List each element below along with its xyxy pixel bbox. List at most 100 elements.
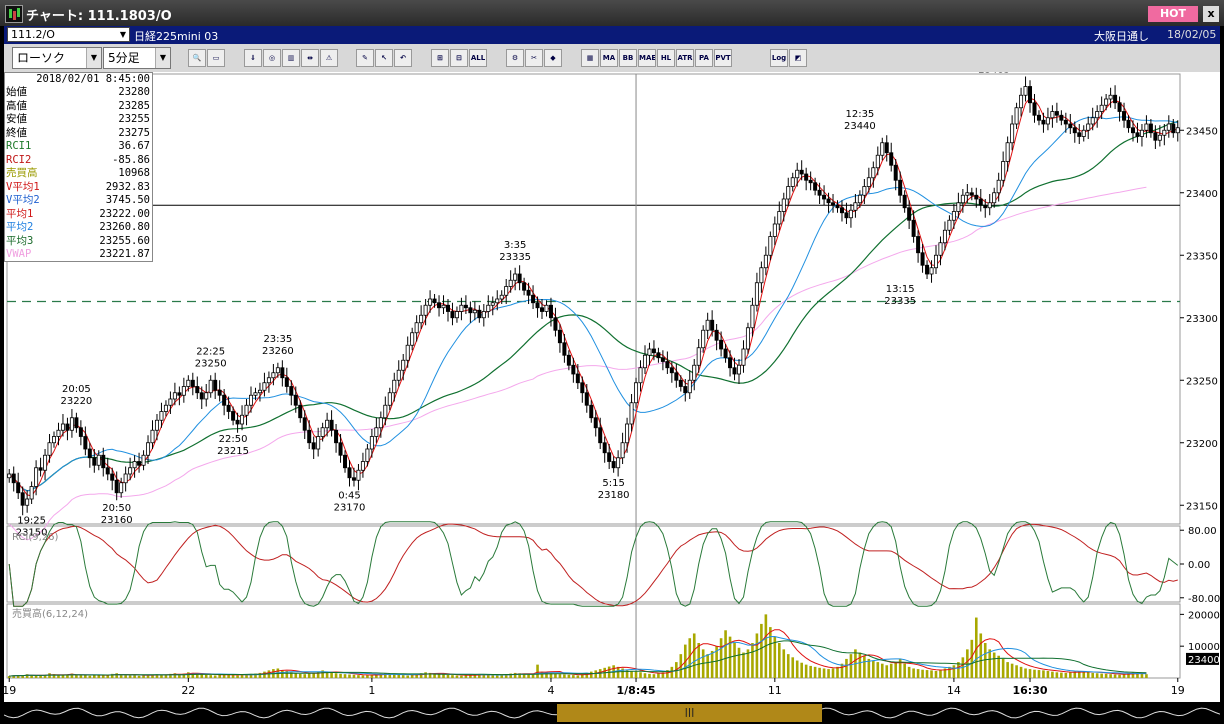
volume-bar [1145,674,1148,678]
data-row-label: RCI1 [6,140,32,152]
log-button[interactable]: Log [770,49,788,67]
candle-body [244,404,249,416]
ma-button[interactable]: MA [600,49,618,67]
time-scrollbar[interactable]: ||| [4,704,1220,722]
candle-body [490,302,495,306]
candle-body [822,194,827,200]
volume-bar [1140,673,1144,678]
candle-a-button[interactable]: ⊞ [431,49,449,67]
data-row-label: 平均1 [6,207,34,220]
volume-bar [1006,662,1009,678]
candle-body [1113,94,1118,104]
chevron-down-icon: ▼ [119,30,127,39]
volume-bar [281,670,284,678]
candle-body [1059,114,1064,121]
chart-type-select[interactable]: ローソク ▼ [12,47,102,69]
candle-body [150,429,155,444]
volume-bar [21,675,24,678]
close-button[interactable]: x [1203,6,1219,22]
interval-select[interactable]: 5分足 ▼ [103,47,171,69]
candle-body [920,252,925,266]
candle-body [978,198,983,206]
candle-body [544,304,549,312]
pvt-button[interactable]: PVT [714,49,732,67]
pa-button[interactable]: PA [695,49,713,67]
window-button[interactable]: ▭ [207,49,225,67]
bar-chart-button[interactable]: ▥ [282,49,300,67]
hl-button[interactable]: HL [657,49,675,67]
settings-button[interactable]: ⚙ [506,49,524,67]
window-titlebar: チャート: 111.1803/O HOT x [0,0,1224,26]
candle-body [253,392,258,396]
rci2-line [8,523,1178,607]
volume-bar [1082,671,1086,678]
candle-body [146,442,151,456]
bb-button[interactable]: BB [619,49,637,67]
candle-body [374,427,379,437]
chart-area[interactable]: 23150 23200 23250 23300 23350 23400 23450 19:25… [4,72,1220,702]
search-chart-button[interactable]: ◎ [263,49,281,67]
cursor-button[interactable]: ↖ [375,49,393,67]
undo-button[interactable]: ↶ [394,49,412,67]
time-tick-label: 1 [368,684,375,697]
tools-button[interactable]: ✂ [525,49,543,67]
candle-body [871,167,876,179]
candle-body [669,367,674,374]
palette-button[interactable]: ◆ [544,49,562,67]
annotation-price: 23215 [217,446,249,457]
data-row-label: 平均2 [6,221,34,233]
overlay-button[interactable]: ◩ [789,49,807,67]
grid-button[interactable]: ▦ [581,49,599,67]
all-button[interactable]: ALL [469,49,487,67]
candle-body [262,382,267,391]
candle-body [69,417,74,431]
candle-body [249,394,254,406]
volume-bar [495,675,499,678]
volume-bar [1010,663,1014,678]
candle-body [1095,111,1100,119]
candle-body [772,223,777,237]
data-row: 平均1 23222.00 [5,208,152,222]
candle-body [817,189,822,196]
instrument-bar: 111.2/O ▼ 日経225mini 03 大阪日通し 18/02/05 [4,26,1220,44]
scroll-thumb[interactable]: ||| [557,704,822,722]
candle-body [754,282,759,306]
mae-button[interactable]: MAE [638,49,656,67]
candle-body [217,389,222,396]
candle-body [665,361,670,369]
annotation-price: 23440 [844,121,876,132]
candle-body [289,386,294,396]
time-tick-label: 19 [4,684,16,697]
annotation-time: 20:50 [102,503,131,514]
volume-bar [858,652,862,678]
volume-bar [827,669,830,678]
candle-body [911,219,916,237]
candle-body [226,404,231,412]
atr-button[interactable]: ATR [676,49,694,67]
volume-bar [818,667,821,678]
volume-bar [137,675,141,678]
zoom-button[interactable]: 🔍 [188,49,206,67]
candle-body [660,357,665,362]
candle-b-button[interactable]: ⊟ [450,49,468,67]
candle-body [857,194,862,204]
candle-body [1050,111,1055,119]
split-button[interactable]: ⇹ [301,49,319,67]
candle-body [47,442,52,456]
candle-body [835,204,840,209]
volume-bar [1001,658,1005,678]
hot-button[interactable]: HOT [1148,6,1198,22]
volume-bar [872,660,875,678]
alert-button[interactable]: ⚠ [320,49,338,67]
pencil-button[interactable]: ✎ [356,49,374,67]
volume-bar [822,668,826,678]
candle-body [759,267,764,284]
download-button[interactable]: ⇓ [244,49,262,67]
code-select[interactable]: 111.2/O ▼ [7,27,130,42]
candle-body [647,348,652,356]
data-row-value: 2932.83 [105,180,150,193]
candle-body [768,236,773,256]
chart-canvas[interactable]: 23150 23200 23250 23300 23350 23400 23450 19:25… [4,72,1220,702]
volume-bar [567,674,571,678]
candle-body [101,454,106,469]
